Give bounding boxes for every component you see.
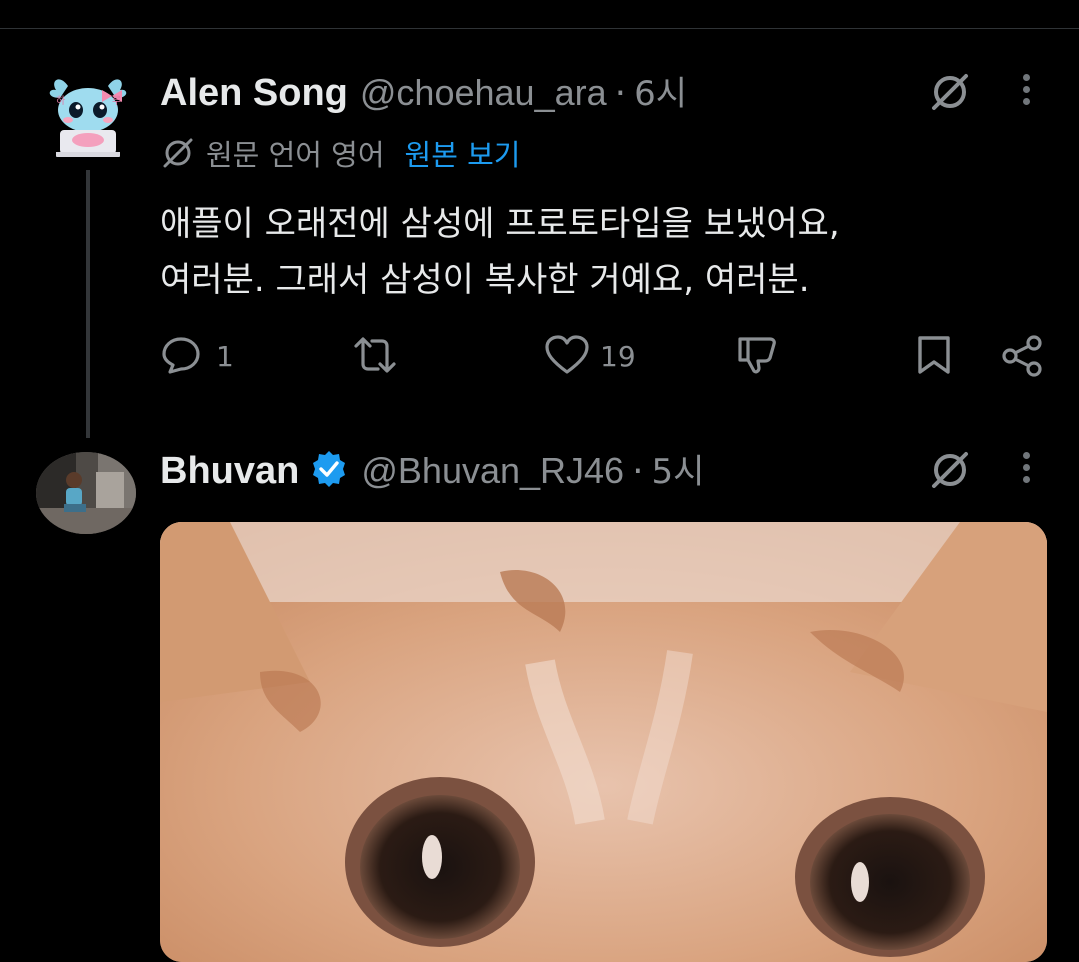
svg-text:하: 하 [56, 94, 65, 107]
reply-icon[interactable] [160, 334, 202, 376]
user-handle[interactable]: @Bhuvan_RJ46 [361, 450, 624, 492]
no-grok-icon[interactable] [928, 448, 972, 492]
verified-badge-icon [313, 450, 346, 487]
display-name[interactable]: Bhuvan [160, 450, 299, 493]
like-icon[interactable] [544, 334, 590, 376]
avatar[interactable] [36, 452, 136, 534]
bookmark-icon[interactable] [914, 334, 954, 376]
tweet-media-image[interactable] [160, 522, 1047, 962]
dislike-icon[interactable] [736, 334, 780, 376]
tweet-header: Bhuvan @Bhuvan_RJ46 · 5시 [160, 444, 704, 493]
show-original-link[interactable]: 원본 보기 [405, 132, 521, 174]
child-photo-avatar-icon [36, 452, 136, 534]
tweet-text-line: 애플이 오래전에 삼성에 프로토타입을 보냈어요, [160, 204, 840, 244]
more-icon[interactable] [1023, 74, 1033, 110]
more-icon[interactable] [1023, 452, 1033, 488]
separator-dot: · [614, 73, 627, 114]
translate-icon [163, 138, 193, 168]
retweet-icon[interactable] [352, 334, 398, 376]
tweet-text: 애플이 오래전에 삼성에 프로토타입을 보냈어요, 여러분. 그래서 삼성이 복… [160, 196, 1020, 308]
tweet-header: Alen Song @choehau_ara · 6시 [160, 66, 687, 115]
svg-text:루: 루 [112, 95, 121, 107]
reply-count: 1 [216, 340, 234, 373]
timestamp[interactable]: 6시 [634, 66, 687, 115]
display-name[interactable]: Alen Song [160, 72, 348, 115]
like-count: 19 [600, 340, 636, 373]
translation-info: 원문 언어 영어 원본 보기 [160, 132, 520, 174]
user-handle[interactable]: @choehau_ara [360, 72, 607, 114]
timestamp[interactable]: 5시 [652, 444, 705, 493]
top-divider [0, 28, 1079, 29]
tweet-text-line: 여러분. 그래서 삼성이 복사한 거예요, 여러분. [160, 260, 810, 300]
axolotl-avatar-icon: 하 루 [38, 68, 138, 168]
avatar[interactable]: 하 루 [38, 68, 138, 168]
translation-label: 원문 언어 영어 [206, 138, 385, 172]
no-grok-icon[interactable] [928, 70, 972, 114]
share-icon[interactable] [1000, 334, 1044, 378]
thread-connector-line [86, 170, 90, 438]
separator-dot: · [632, 451, 644, 492]
cat-closeup-image [160, 522, 1047, 962]
